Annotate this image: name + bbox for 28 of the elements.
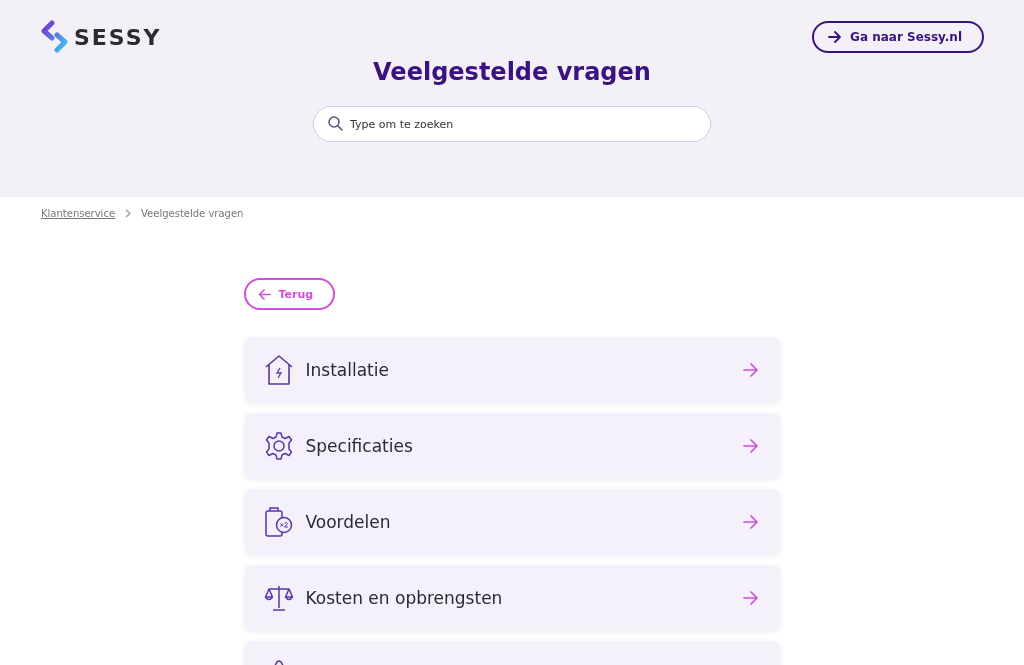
chevron-icon <box>125 209 132 218</box>
page-title: Veelgestelde vragen <box>373 58 651 86</box>
back-button[interactable]: Terug <box>243 278 336 310</box>
category-title: Kosten en opbrengsten <box>305 588 503 608</box>
search-icon <box>328 116 343 131</box>
logo-text: SESSY <box>74 24 162 50</box>
house-icon <box>263 354 294 386</box>
battery-icon <box>263 506 294 538</box>
arrow-right-icon <box>742 591 759 605</box>
arrow-left-icon <box>257 288 271 300</box>
search-field[interactable]: Type om te zoeken <box>313 106 711 142</box>
category-card[interactable]: Installatie <box>243 337 781 403</box>
breadcrumb-link[interactable]: Klantenservice <box>41 208 116 219</box>
gear-icon <box>263 431 294 461</box>
category-title: Installatie <box>305 360 389 380</box>
logo-icon <box>40 20 70 54</box>
arrow-right-icon <box>828 31 843 43</box>
arrow-right-icon <box>742 515 759 529</box>
category-title: Specificaties <box>305 436 413 456</box>
category-card[interactable]: Kosten en opbrengsten <box>243 565 781 631</box>
site-link-button[interactable]: Ga naar Sessy.nl <box>812 21 984 53</box>
arrow-right-icon <box>742 439 759 453</box>
category-card[interactable]: Voordelen <box>243 489 781 555</box>
category-card[interactable]: Specificaties <box>243 413 781 479</box>
arrow-right-icon <box>742 363 759 377</box>
category-title: Voordelen <box>305 512 391 532</box>
breadcrumb-current: Veelgestelde vragen <box>141 208 244 219</box>
scale-icon <box>263 584 294 612</box>
